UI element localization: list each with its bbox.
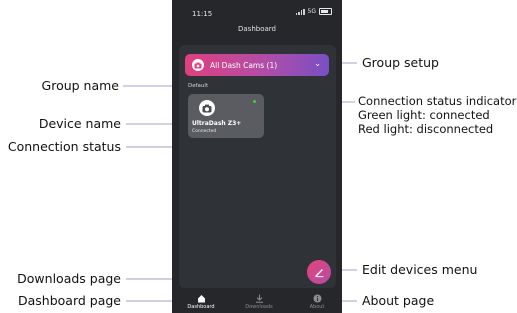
annotation-indicator-green: Green light: connected — [358, 108, 490, 122]
dashboard-content: All Dash Cams (1) ⌄ Default UltraDash Z3… — [179, 45, 336, 288]
info-icon — [313, 294, 321, 303]
signal-icon — [295, 8, 305, 15]
nav-downloads[interactable]: Downloads — [239, 294, 279, 310]
annotation-group-name: Group name — [41, 78, 119, 93]
battery-icon — [319, 8, 332, 15]
home-icon — [197, 295, 205, 303]
camera-icon — [199, 100, 215, 116]
device-name: UltraDash Z3+ — [192, 120, 242, 127]
annotation-downloads-page: Downloads page — [17, 271, 121, 286]
camera-icon — [192, 59, 204, 71]
annotation-indicator: Connection status indicator Green light:… — [358, 94, 516, 136]
group-setup-label: All Dash Cams (1) — [210, 60, 278, 70]
chevron-down-icon: ⌄ — [314, 59, 321, 68]
pencil-icon — [314, 268, 323, 277]
bottom-nav: Dashboard Downloads About — [172, 292, 342, 313]
device-card[interactable]: UltraDash Z3+ Connected — [188, 94, 264, 138]
phone-screen: 11:15 5G Dashboard All Dash Cams (1) ⌄ D… — [172, 0, 342, 313]
annotation-device-name: Device name — [38, 116, 121, 131]
nav-about[interactable]: About — [297, 294, 337, 310]
annotation-indicator-title: Connection status indicator — [358, 94, 517, 108]
connection-status: Connected — [192, 129, 217, 134]
status-indicators: 5G — [295, 8, 332, 15]
edit-devices-button[interactable] — [307, 260, 331, 284]
nav-about-label: About — [309, 304, 325, 310]
status-time: 11:15 — [192, 10, 213, 18]
annotation-group-setup: Group setup — [362, 55, 439, 70]
nav-dashboard-label: Dashboard — [187, 304, 215, 310]
annotation-dashboard-page: Dashboard page — [17, 293, 121, 308]
page-title: Dashboard — [238, 25, 276, 33]
network-label: 5G — [307, 8, 316, 15]
download-icon — [255, 294, 263, 303]
annotation-indicator-red: Red light: disconnected — [358, 122, 494, 136]
annotation-connection-status: Connection status — [7, 139, 121, 154]
annotation-about-page: About page — [362, 293, 435, 308]
nav-dashboard[interactable]: Dashboard — [181, 294, 221, 310]
group-setup-button[interactable]: All Dash Cams (1) ⌄ — [185, 54, 329, 76]
annotation-edit-devices: Edit devices menu — [362, 262, 478, 277]
nav-downloads-label: Downloads — [245, 304, 273, 310]
group-name: Default — [188, 83, 209, 89]
connection-status-indicator — [253, 100, 256, 103]
